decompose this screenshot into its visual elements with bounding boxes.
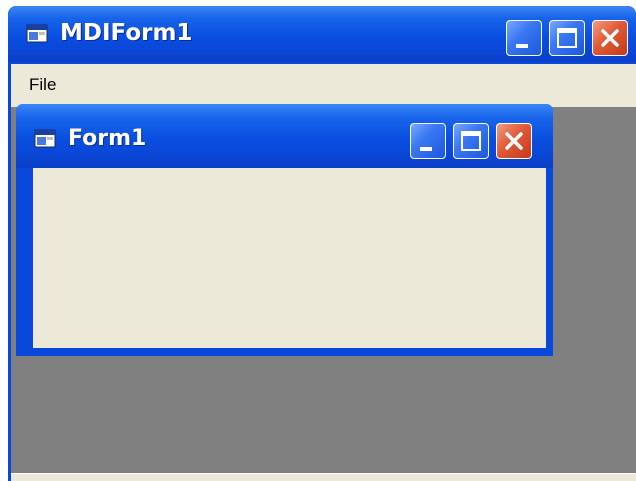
mdi-maximize-button[interactable]	[549, 20, 585, 56]
child-titlebar[interactable]: Form1	[16, 104, 553, 168]
child-close-button[interactable]	[496, 123, 532, 159]
close-icon	[601, 29, 619, 47]
minimize-icon	[420, 147, 432, 151]
child-maximize-button[interactable]	[453, 123, 489, 159]
child-minimize-button[interactable]	[410, 123, 446, 159]
application-window-icon	[34, 129, 56, 148]
mdi-close-button[interactable]	[592, 20, 628, 56]
application-window-icon	[26, 24, 48, 43]
mdi-window-title: MDIForm1	[60, 20, 193, 46]
mdi-minimize-button[interactable]	[506, 20, 542, 56]
child-client-area[interactable]	[33, 168, 546, 348]
child-window-title: Form1	[68, 126, 147, 151]
maximize-icon	[557, 28, 577, 48]
maximize-icon	[461, 131, 481, 151]
menu-item-file[interactable]: File	[29, 75, 56, 95]
mdi-titlebar[interactable]: MDIForm1	[8, 6, 636, 62]
menu-bar: File	[11, 64, 636, 107]
mdi-bottom-border	[11, 473, 636, 481]
minimize-icon	[516, 44, 528, 48]
child-window: Form1	[16, 104, 553, 356]
close-icon	[505, 132, 523, 150]
